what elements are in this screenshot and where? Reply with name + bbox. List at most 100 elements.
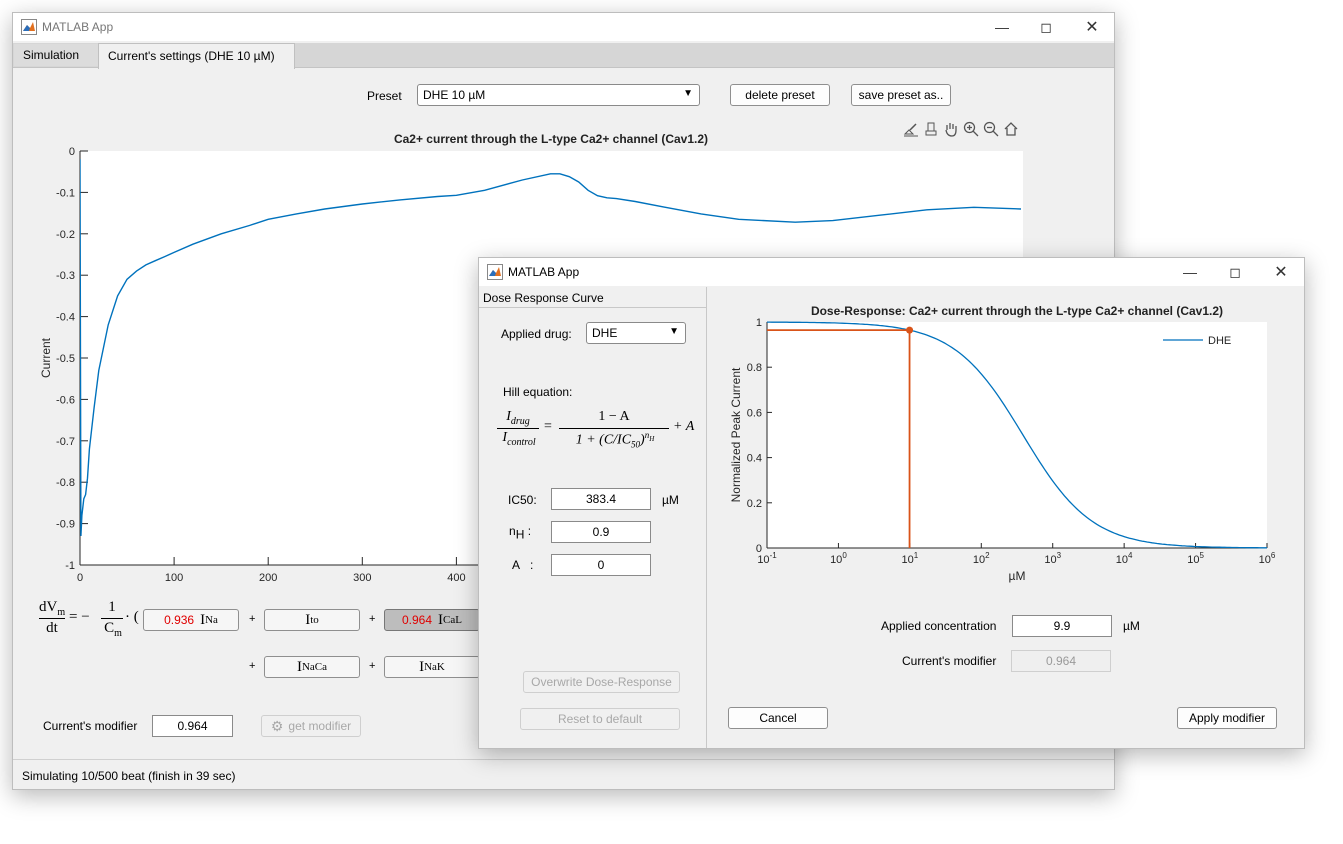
dialog-modifier-field[interactable]: 0.964 bbox=[1011, 650, 1111, 672]
tab-simulation[interactable]: Simulation bbox=[14, 44, 99, 66]
applied-drug-dropdown[interactable]: DHE ▼ bbox=[586, 322, 686, 344]
ic50-label: IC50: bbox=[508, 493, 537, 507]
a-label: A : bbox=[512, 558, 533, 572]
dose-x-tick-label: 105 bbox=[1187, 551, 1204, 566]
y-tick-label: -0.6 bbox=[56, 394, 75, 406]
ic50-unit: µM bbox=[662, 493, 679, 507]
y-tick-label: -0.1 bbox=[56, 187, 75, 199]
dose-response-plot[interactable]: Dose-Response: Ca2+ current through the … bbox=[707, 294, 1304, 592]
equation-frac-num: 1 bbox=[108, 599, 116, 615]
chevron-down-icon: ▼ bbox=[669, 326, 679, 337]
equation-lhs-num: dVm bbox=[39, 599, 65, 618]
dose-response-panel: Dose Response Curve Applied drug: DHE ▼ … bbox=[479, 287, 707, 748]
term-ina[interactable]: 0.936 I Na bbox=[143, 609, 239, 631]
applied-concentration-field[interactable]: 9.9 bbox=[1012, 615, 1112, 637]
x-tick-label: 200 bbox=[259, 572, 277, 584]
hill-rhs-num: 1 − A bbox=[598, 409, 630, 424]
overwrite-dose-response-button[interactable]: Overwrite Dose-Response bbox=[523, 671, 680, 693]
apply-modifier-button[interactable]: Apply modifier bbox=[1177, 707, 1277, 729]
reset-to-default-button[interactable]: Reset to default bbox=[520, 708, 680, 730]
data-tip-icon[interactable] bbox=[923, 121, 939, 137]
modifier-field[interactable]: 0.964 bbox=[152, 715, 233, 737]
dose-x-tick-label: 103 bbox=[1044, 551, 1061, 566]
a-field[interactable]: 0 bbox=[551, 554, 651, 576]
nh-label: nH : bbox=[509, 524, 531, 541]
preset-dropdown[interactable]: DHE 10 µM ▼ bbox=[417, 84, 700, 106]
concentration-marker bbox=[906, 326, 914, 334]
hill-lhs-bar bbox=[497, 428, 539, 429]
x-tick-label: 300 bbox=[353, 572, 371, 584]
brush-icon[interactable] bbox=[903, 121, 919, 137]
term-inaca[interactable]: I NaCa bbox=[264, 656, 360, 678]
status-bar: Simulating 10/500 beat (finish in 39 sec… bbox=[13, 759, 1114, 790]
save-preset-button[interactable]: save preset as.. bbox=[851, 84, 951, 106]
term-inak[interactable]: I NaK bbox=[384, 656, 480, 678]
main-titlebar: MATLAB App — ◻ ✕ bbox=[13, 13, 1114, 41]
y-tick-label: -0.5 bbox=[56, 353, 75, 365]
dialog-minimize-button[interactable]: — bbox=[1175, 262, 1205, 282]
a-colon: : bbox=[530, 558, 534, 572]
home-icon[interactable] bbox=[1003, 121, 1019, 137]
lhs-num-text: dV bbox=[39, 599, 58, 615]
term-ina-coef: 0.936 bbox=[164, 613, 195, 627]
current-plot-title: Ca2+ current through the L-type Ca2+ cha… bbox=[394, 132, 708, 146]
status-text: Simulating 10/500 beat (finish in 39 sec… bbox=[22, 769, 236, 783]
close-button[interactable]: ✕ bbox=[1077, 17, 1107, 37]
a-label-text: A bbox=[512, 558, 521, 572]
hill-plus-a: + A bbox=[673, 419, 695, 434]
equation-lhs-bar bbox=[39, 618, 65, 619]
hill-rhs-bar bbox=[559, 428, 669, 429]
term-ito[interactable]: Ito bbox=[264, 609, 360, 631]
term-ical[interactable]: 0.964 I CaL bbox=[384, 609, 480, 631]
lhs-num-sub: m bbox=[57, 607, 66, 618]
dialog-maximize-button[interactable]: ◻ bbox=[1220, 262, 1250, 282]
pan-hand-icon[interactable] bbox=[943, 121, 959, 137]
preset-label: Preset bbox=[367, 89, 402, 103]
dose-x-tick-label: 101 bbox=[902, 551, 919, 566]
delete-preset-button[interactable]: delete preset bbox=[730, 84, 830, 106]
dose-ylabel: Normalized Peak Current bbox=[729, 367, 743, 502]
maximize-button[interactable]: ◻ bbox=[1031, 17, 1061, 37]
tab-currents-settings[interactable]: Current's settings (DHE 10 µM) bbox=[98, 43, 295, 69]
nh-label-n: n bbox=[509, 524, 516, 538]
hill-sup-h: H bbox=[649, 434, 655, 443]
hill-rhs-den-sub: 50 bbox=[631, 439, 641, 450]
dose-xlabel: µM bbox=[1009, 569, 1026, 583]
preset-value: DHE 10 µM bbox=[423, 88, 486, 102]
get-modifier-button[interactable]: ⚙ get modifier bbox=[261, 715, 361, 737]
applied-concentration-unit: µM bbox=[1123, 619, 1140, 633]
y-tick-label: -0.8 bbox=[56, 477, 75, 489]
plus-sign-4: + bbox=[369, 660, 376, 672]
dialog-close-button[interactable]: ✕ bbox=[1266, 262, 1296, 282]
matlab-icon bbox=[21, 19, 37, 35]
term-inaca-sub: NaCa bbox=[301, 661, 328, 673]
hill-lhs-num-sub: drug bbox=[510, 415, 530, 427]
dose-x-tick-label: 10-1 bbox=[757, 551, 777, 566]
tab-simulation-label: Simulation bbox=[23, 48, 80, 62]
x-tick-label: 0 bbox=[77, 572, 83, 584]
y-tick-label: -1 bbox=[65, 560, 75, 572]
nh-field[interactable]: 0.9 bbox=[551, 521, 651, 543]
y-tick-label: -0.7 bbox=[56, 436, 75, 448]
zoom-out-icon[interactable] bbox=[983, 121, 999, 137]
zoom-in-icon[interactable] bbox=[963, 121, 979, 137]
dose-plot-title: Dose-Response: Ca2+ current through the … bbox=[811, 304, 1223, 318]
x-tick-label: 400 bbox=[447, 572, 465, 584]
plus-sign-3: + bbox=[249, 660, 256, 672]
dose-x-tick-label: 106 bbox=[1259, 551, 1276, 566]
modifier-label: Current's modifier bbox=[43, 719, 138, 733]
applied-concentration-label: Applied concentration bbox=[881, 619, 997, 633]
frac-den-text: C bbox=[104, 620, 115, 636]
dose-x-tick-exponent: 2 bbox=[985, 551, 990, 560]
dose-y-tick-label: 0.6 bbox=[747, 407, 762, 419]
cancel-button[interactable]: Cancel bbox=[728, 707, 828, 729]
minimize-button[interactable]: — bbox=[987, 17, 1017, 37]
y-tick-label: -0.3 bbox=[56, 270, 75, 282]
term-ical-sub: CaL bbox=[443, 614, 462, 626]
hill-rhs-den-a: 1 + (C/IC bbox=[575, 432, 632, 448]
dose-x-tick-exponent: 1 bbox=[914, 551, 919, 560]
applied-drug-label: Applied drug: bbox=[501, 327, 572, 341]
membrane-equation: dVm dt = − 1 Cm · ( bbox=[39, 599, 139, 639]
dialog-modifier-label: Current's modifier bbox=[902, 654, 997, 668]
ic50-field[interactable]: 383.4 bbox=[551, 488, 651, 510]
